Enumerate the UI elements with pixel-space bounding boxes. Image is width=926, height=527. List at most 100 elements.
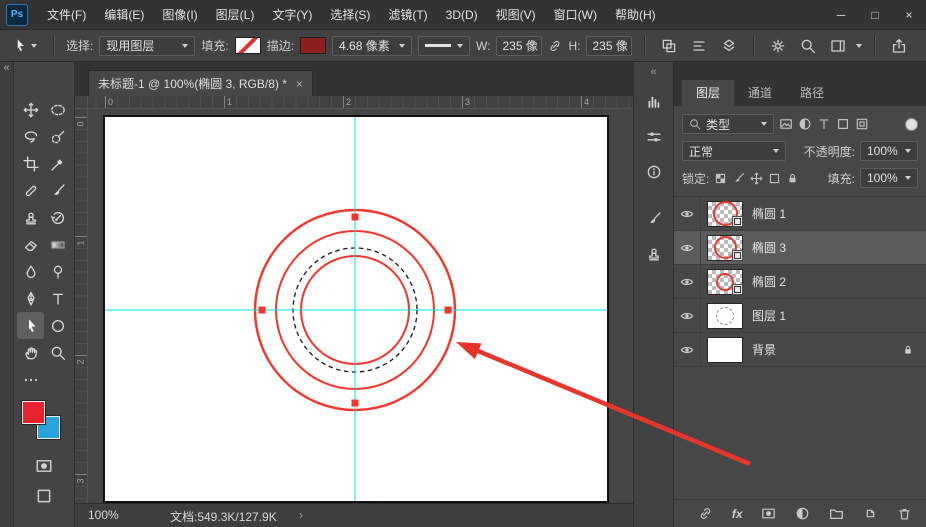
brush-panel-button[interactable]	[640, 206, 668, 232]
healing-tool-button[interactable]	[17, 177, 44, 204]
dock-collapse-chevron[interactable]: «	[634, 64, 673, 80]
search-button[interactable]	[796, 35, 820, 57]
layer-row-ellipse2[interactable]: 椭圆 2	[674, 265, 926, 299]
menu-image[interactable]: 图像(I)	[153, 0, 206, 30]
history-brush-tool-button[interactable]	[44, 204, 71, 231]
visibility-toggle[interactable]	[674, 333, 700, 366]
menu-window[interactable]: 窗口(W)	[545, 0, 606, 30]
menu-3d[interactable]: 3D(D)	[437, 0, 487, 30]
document-tab[interactable]: 未标题-1 @ 100%(椭圆 3, RGB/8) * ×	[88, 70, 313, 96]
marquee-tool-button[interactable]	[44, 96, 71, 123]
lock-all-icon[interactable]	[786, 172, 799, 185]
opacity-dropdown[interactable]: 100%	[860, 141, 918, 161]
anchor-point-left[interactable]	[258, 306, 266, 314]
delete-layer-icon[interactable]	[897, 506, 912, 521]
layer-effects-button[interactable]: fx	[732, 507, 743, 521]
clone-source-panel-button[interactable]	[640, 241, 668, 267]
histogram-panel-button[interactable]	[640, 89, 668, 115]
filter-adjust-icon[interactable]	[798, 117, 812, 131]
layer-name[interactable]: 椭圆 1	[752, 205, 786, 222]
fill-dropdown[interactable]: 100%	[860, 168, 918, 188]
path-arrangement-button[interactable]	[717, 35, 741, 57]
move-tool-button[interactable]	[17, 96, 44, 123]
layer-thumbnail[interactable]	[707, 336, 743, 363]
layer-name[interactable]: 椭圆 3	[752, 239, 786, 256]
share-button[interactable]	[887, 35, 911, 57]
anchor-point-top[interactable]	[351, 213, 359, 221]
zoom-level-field[interactable]: 100%	[88, 508, 119, 522]
new-layer-icon[interactable]	[863, 506, 878, 521]
close-button[interactable]: ×	[892, 0, 926, 29]
layer-thumbnail[interactable]	[707, 234, 743, 261]
document-canvas[interactable]	[103, 115, 609, 503]
workspace-switcher[interactable]	[826, 35, 850, 57]
lock-transparency-icon[interactable]	[714, 172, 727, 185]
lock-pixels-icon[interactable]	[732, 172, 745, 185]
settings-button[interactable]	[766, 35, 790, 57]
brush-tool-button[interactable]	[44, 177, 71, 204]
menu-help[interactable]: 帮助(H)	[606, 0, 665, 30]
type-tool-button[interactable]	[44, 285, 71, 312]
fill-swatch[interactable]	[234, 37, 261, 54]
minimize-button[interactable]: ─	[824, 0, 858, 29]
properties-panel-button[interactable]	[640, 124, 668, 150]
path-alignment-button[interactable]	[687, 35, 711, 57]
filter-type-dropdown[interactable]: 类型	[682, 114, 774, 134]
filter-pixel-icon[interactable]	[779, 117, 793, 131]
layer-row-background[interactable]: 背景	[674, 333, 926, 367]
anchor-point-right[interactable]	[444, 306, 452, 314]
tab-paths[interactable]: 路径	[786, 80, 839, 106]
lock-artboard-icon[interactable]	[768, 172, 781, 185]
crop-tool-button[interactable]	[17, 150, 44, 177]
menu-view[interactable]: 视图(V)	[487, 0, 545, 30]
layer-thumbnail[interactable]	[707, 268, 743, 295]
screen-mode-icon[interactable]	[35, 487, 53, 505]
stroke-width-combo[interactable]: 4.68 像素	[332, 35, 413, 56]
quick-select-tool-button[interactable]	[44, 123, 71, 150]
blur-tool-button[interactable]	[17, 258, 44, 285]
layer-thumbnail[interactable]	[707, 302, 743, 329]
edit-toolbar-button[interactable]	[17, 366, 44, 393]
tab-layers[interactable]: 图层	[682, 80, 735, 106]
adjustment-layer-icon[interactable]	[795, 506, 810, 521]
link-layers-icon[interactable]	[698, 506, 713, 521]
lock-position-icon[interactable]	[750, 172, 763, 185]
zoom-tool-button[interactable]	[44, 339, 71, 366]
pen-tool-button[interactable]	[17, 285, 44, 312]
status-expand-chevron[interactable]: ›	[299, 508, 303, 522]
filter-shape-icon[interactable]	[836, 117, 850, 131]
select-mode-dropdown[interactable]: 现用图层	[99, 35, 196, 56]
visibility-toggle[interactable]	[674, 197, 700, 230]
eraser-tool-button[interactable]	[17, 231, 44, 258]
ellipse-tool-button[interactable]	[44, 312, 71, 339]
clone-stamp-tool-button[interactable]	[17, 204, 44, 231]
visibility-toggle[interactable]	[674, 299, 700, 332]
layer-name[interactable]: 背景	[752, 341, 776, 358]
hand-tool-button[interactable]	[17, 339, 44, 366]
visibility-toggle[interactable]	[674, 231, 700, 264]
path-select-tool-button[interactable]	[17, 312, 44, 339]
add-mask-icon[interactable]	[761, 506, 776, 521]
menu-filter[interactable]: 滤镜(T)	[379, 0, 436, 30]
height-input[interactable]: 235 像	[586, 35, 633, 56]
layer-name[interactable]: 图层 1	[752, 307, 786, 324]
visibility-toggle[interactable]	[674, 265, 700, 298]
stroke-swatch[interactable]	[300, 37, 327, 54]
menu-layer[interactable]: 图层(L)	[207, 0, 264, 30]
tool-preset-button[interactable]	[8, 38, 41, 53]
filter-type-icon[interactable]	[817, 117, 831, 131]
width-input[interactable]: 235 像	[496, 35, 543, 56]
menu-type[interactable]: 文字(Y)	[263, 0, 321, 30]
stroke-style-dropdown[interactable]	[418, 35, 471, 56]
filter-smart-icon[interactable]	[855, 117, 869, 131]
layer-row-ellipse1[interactable]: 椭圆 1	[674, 197, 926, 231]
gradient-tool-button[interactable]	[44, 231, 71, 258]
dodge-tool-button[interactable]	[44, 258, 71, 285]
path-operations-button[interactable]	[657, 35, 681, 57]
new-group-icon[interactable]	[829, 506, 844, 521]
maximize-button[interactable]: □	[858, 0, 892, 29]
layer-name[interactable]: 椭圆 2	[752, 273, 786, 290]
vertical-ruler[interactable]: 0 1 2 3	[75, 109, 88, 503]
tab-channels[interactable]: 通道	[734, 80, 787, 106]
foreground-color-swatch[interactable]	[21, 400, 46, 425]
